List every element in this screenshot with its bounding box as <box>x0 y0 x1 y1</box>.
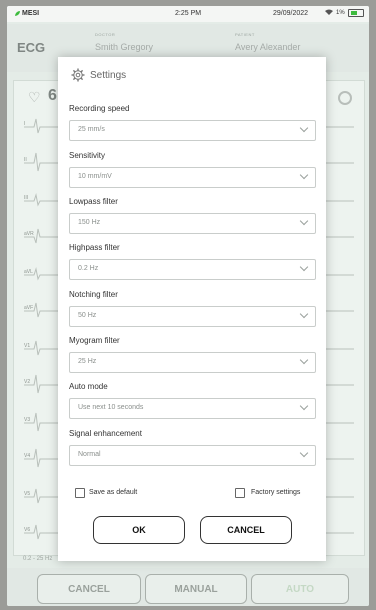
doctor-name: Smith Gregory <box>95 42 154 52</box>
select-value: 50 Hz <box>78 312 97 319</box>
status-bar: MESI 2:25 PM 29/09/2022 1% <box>7 6 369 22</box>
mesi-logo-icon <box>15 11 20 16</box>
battery-icon <box>347 9 364 17</box>
signal-enhancement-select[interactable]: Normal <box>69 445 316 466</box>
status-icons: 1% <box>325 9 364 17</box>
highpass-filter-select[interactable]: 0.2 Hz <box>69 259 316 280</box>
notching-filter-label: Notching filter <box>69 290 118 299</box>
recording-speed-select[interactable]: 25 mm/s <box>69 120 316 141</box>
settings-gear-icon <box>71 68 85 87</box>
auto-button[interactable]: AUTO <box>251 574 349 604</box>
sensitivity-label: Sensitivity <box>69 151 106 160</box>
app-name: MESI <box>22 10 40 17</box>
patient-name: Avery Alexander <box>235 42 301 52</box>
lowpass-filter-select[interactable]: 150 Hz <box>69 213 316 234</box>
chevron-down-icon <box>299 123 309 133</box>
chevron-down-icon <box>299 170 309 180</box>
highpass-filter-label: Highpass filter <box>69 243 120 252</box>
battery-level: 1% <box>336 10 345 16</box>
save-default-label: Save as default <box>89 489 138 496</box>
chevron-down-icon <box>299 309 309 319</box>
chevron-down-icon <box>299 355 309 365</box>
select-value: 0.2 Hz <box>78 265 99 272</box>
status-date: 29/09/2022 <box>273 10 309 17</box>
recording-speed-label: Recording speed <box>69 104 130 113</box>
app-brand: MESI <box>15 10 39 17</box>
manual-button[interactable]: MANUAL <box>145 574 247 604</box>
chevron-down-icon <box>299 216 309 226</box>
status-time: 2:25 PM <box>175 10 202 17</box>
dialog-title: Settings <box>90 70 127 81</box>
factory-settings-label: Factory settings <box>251 489 301 496</box>
auto-mode-select[interactable]: Use next 10 seconds <box>69 398 316 419</box>
filter-footnote: 0.2 - 25 Hz <box>23 556 53 562</box>
select-value: 150 Hz <box>78 219 101 226</box>
chevron-down-icon <box>299 448 309 458</box>
save-default-checkbox[interactable] <box>75 488 85 498</box>
notching-filter-select[interactable]: 50 Hz <box>69 306 316 327</box>
wifi-icon <box>325 9 333 17</box>
factory-settings-checkbox[interactable] <box>235 488 245 498</box>
myogram-filter-select[interactable]: 25 Hz <box>69 352 316 373</box>
select-value: 10 mm/mV <box>78 173 112 180</box>
page-title: ECG <box>17 40 46 55</box>
heart-icon: ♡ <box>28 89 41 105</box>
ok-button[interactable]: OK <box>93 516 185 544</box>
chevron-down-icon <box>299 401 309 411</box>
heart-rate: 6 <box>48 87 57 104</box>
sensitivity-select[interactable]: 10 mm/mV <box>69 167 316 188</box>
doctor-label: DOCTOR <box>95 32 116 37</box>
auto-mode-label: Auto mode <box>69 382 108 391</box>
myogram-filter-label: Myogram filter <box>69 336 120 345</box>
patient-label: PATIENT <box>235 32 255 37</box>
signal-enhancement-label: Signal enhancement <box>69 429 142 438</box>
select-value: 25 Hz <box>78 358 97 365</box>
cancel-button[interactable]: CANCEL <box>200 516 292 544</box>
lowpass-filter-label: Lowpass filter <box>69 197 118 206</box>
select-value: Normal <box>78 451 101 458</box>
bottom-action-bar: CANCEL MANUAL AUTO <box>7 568 369 606</box>
chevron-down-icon <box>299 262 309 272</box>
select-value: Use next 10 seconds <box>78 404 144 411</box>
cancel-recording-button[interactable]: CANCEL <box>37 574 141 604</box>
monitor-settings-icon[interactable] <box>338 91 352 105</box>
settings-dialog: Settings Recording speed 25 mm/s Sensiti… <box>58 57 326 561</box>
select-value: 25 mm/s <box>78 126 105 133</box>
